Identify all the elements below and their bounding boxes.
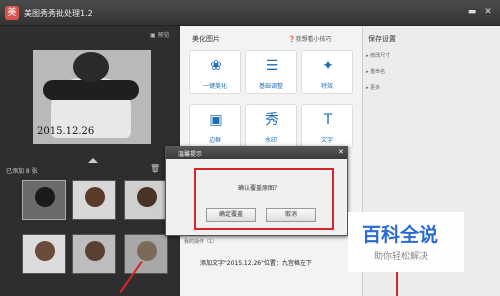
flower-icon: ❀	[210, 58, 222, 74]
tile-one-click-beautify[interactable]: ❀ 一键美化	[189, 50, 241, 94]
watermark-icon: 秀	[265, 112, 279, 128]
tile-basic-adjust[interactable]: ☰ 基础调整	[245, 50, 297, 94]
preview-photo: 2015.12.26	[33, 50, 151, 144]
watermark-title: 百科全说	[362, 224, 439, 246]
sliders-icon: ☰	[265, 58, 279, 74]
save-item-resize[interactable]: ▸ 修改尺寸	[366, 52, 390, 59]
minimize-button[interactable]: ▬	[466, 6, 478, 18]
dialog-title: 温馨提示	[178, 151, 203, 158]
photo-head	[73, 52, 109, 82]
confirm-overwrite-button[interactable]: 确定覆盖	[206, 208, 256, 222]
collapse-arrow-icon[interactable]	[88, 158, 98, 163]
thumbnail-2[interactable]	[72, 180, 116, 220]
annotation-marker	[396, 270, 398, 296]
window-title: 美图秀秀批处理1.2	[24, 9, 93, 18]
operations-strip: 我的操作（1）	[184, 239, 218, 245]
thumbnail-4[interactable]	[22, 234, 66, 274]
tips-link[interactable]: ❓我想看小技巧	[288, 34, 332, 43]
save-settings-title: 保存设置	[368, 35, 396, 43]
preview-button[interactable]: ▣ 预览	[150, 30, 170, 39]
photo-arms	[43, 80, 139, 100]
tile-text[interactable]: T 文字	[301, 104, 353, 148]
close-button[interactable]: ✕	[482, 6, 494, 18]
preview-label: 预览	[157, 32, 170, 39]
thumbnail-1[interactable]	[22, 180, 66, 220]
tile-watermark[interactable]: 秀 水印	[245, 104, 297, 148]
dialog-message: 确认覆盖原图？	[238, 185, 281, 192]
save-item-more[interactable]: ▸ 更多	[366, 84, 380, 91]
operation-item: 添加文字"2015.12.26"位置：九宫格左下	[200, 260, 312, 267]
thumbnail-5[interactable]	[72, 234, 116, 274]
watermark-subtitle: 助你轻松解决	[374, 252, 429, 262]
preview-icon: ▣	[150, 32, 158, 39]
beautify-title: 美化图片	[192, 35, 220, 43]
photo-date-text: 2015.12.26	[37, 126, 95, 137]
dialog-close-icon[interactable]: ✕	[338, 148, 344, 156]
save-item-rename[interactable]: ▸ 重命名	[366, 68, 385, 75]
tile-effects[interactable]: ✦ 特效	[301, 50, 353, 94]
magic-wand-icon: ✦	[322, 58, 334, 74]
trash-icon[interactable]: 🗑	[150, 164, 160, 173]
thumbnail-6[interactable]	[124, 234, 168, 274]
frame-icon: ▣	[209, 112, 223, 128]
added-count-label: 已添加 8 张	[6, 168, 38, 175]
cancel-button[interactable]: 取消	[266, 208, 316, 222]
thumbnail-3[interactable]	[124, 180, 168, 220]
app-icon: 美	[5, 6, 19, 20]
tile-frame[interactable]: ▣ 边框	[189, 104, 241, 148]
text-icon: T	[323, 112, 333, 128]
